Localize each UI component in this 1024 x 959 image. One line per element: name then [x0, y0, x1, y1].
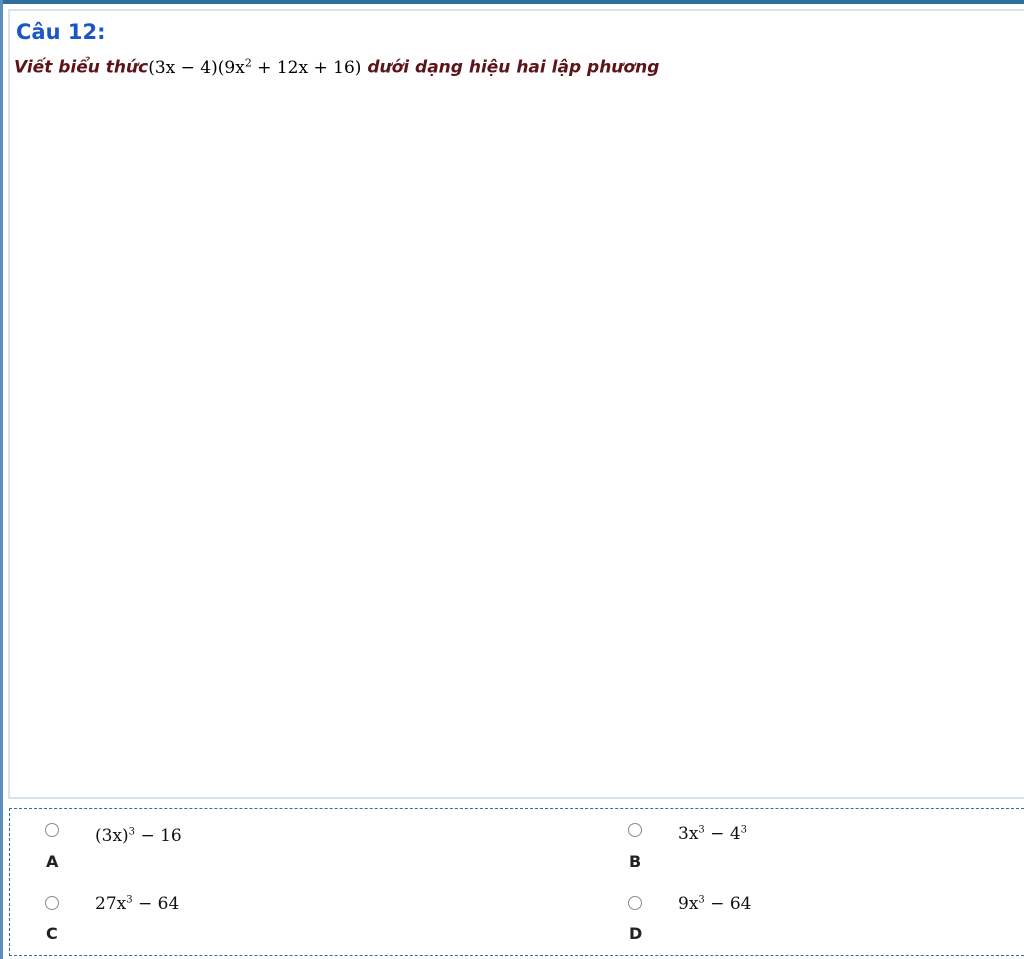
- option-c-radio[interactable]: [45, 896, 59, 910]
- question-panel: [8, 9, 1024, 799]
- option-b-letter[interactable]: B: [629, 852, 641, 871]
- top-border: [0, 0, 1024, 4]
- option-a-radio[interactable]: [45, 823, 59, 837]
- option-b-radio[interactable]: [628, 823, 642, 837]
- option-a-expression: (3x)3 − 16: [95, 826, 182, 846]
- question-expression: (3x − 4)(9x2 + 12x + 16): [148, 56, 362, 78]
- option-d-expression: 9x3 − 64: [678, 894, 752, 914]
- option-b-expression: 3x3 − 43: [678, 824, 748, 844]
- option-a-letter[interactable]: A: [46, 852, 58, 871]
- option-d-letter[interactable]: D: [629, 924, 642, 943]
- question-prefix: Viết biểu thức: [14, 57, 149, 78]
- option-d-radio[interactable]: [628, 896, 642, 910]
- question-suffix: dưới dạng hiệu hai lập phương: [361, 57, 660, 78]
- option-c-letter[interactable]: C: [46, 924, 58, 943]
- option-c-expression: 27x3 − 64: [95, 894, 180, 914]
- left-border: [0, 0, 3, 959]
- question-text: Viết biểu thức(3x − 4)(9x2 + 12x + 16) d…: [14, 56, 659, 78]
- question-number: Câu 12:: [16, 20, 106, 44]
